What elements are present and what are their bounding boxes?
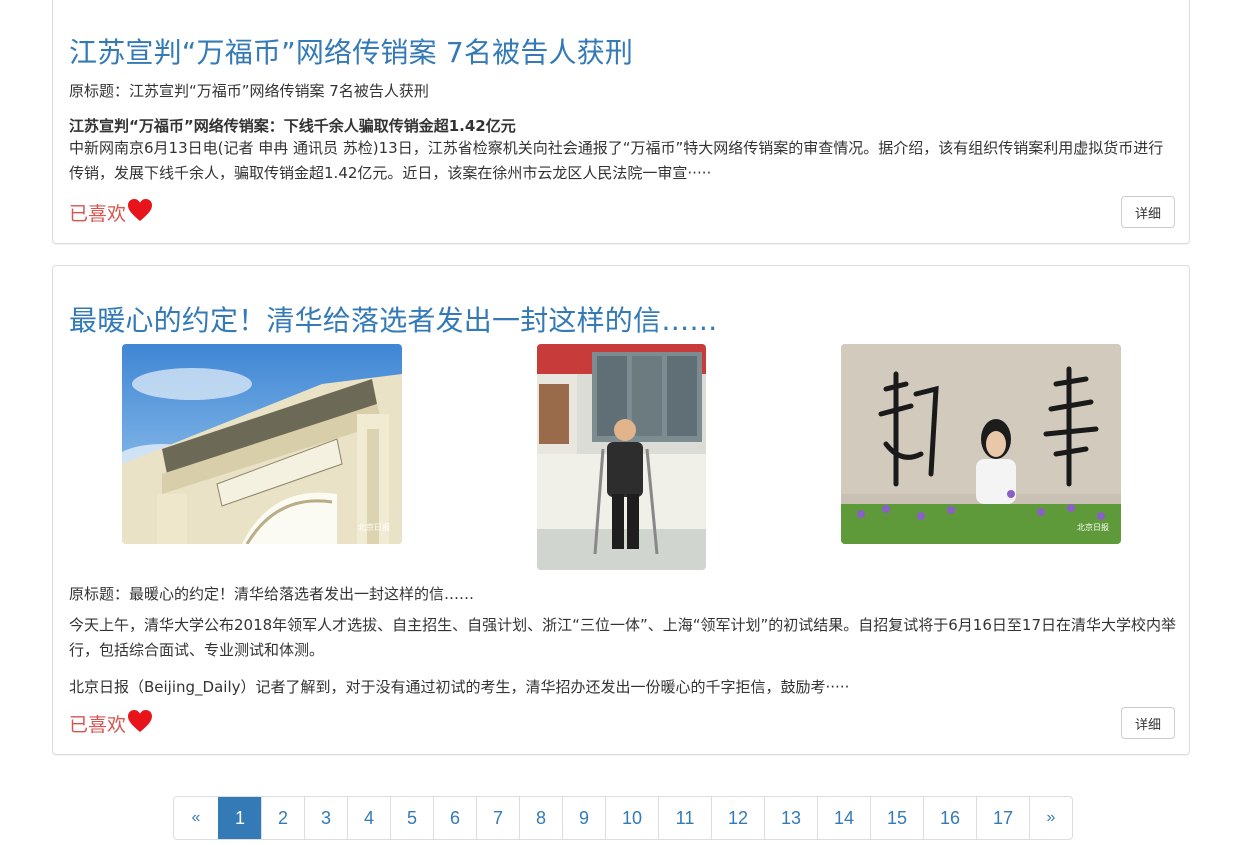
- page-link[interactable]: 13: [764, 797, 817, 839]
- prev-page-button[interactable]: «: [174, 797, 218, 839]
- article-paragraph: 北京日报（Beijing_Daily）记者了解到，对于没有通过初试的考生，清华招…: [69, 678, 850, 696]
- original-title: 原标题：江苏宣判“万福币”网络传销案 7名被告人获刑: [69, 82, 429, 100]
- article-summary: 中新网南京6月13日电(记者 申冉 通讯员 苏检)13日，江苏省检察机关向社会通…: [69, 139, 1164, 182]
- liked-indicator[interactable]: 已喜欢: [69, 709, 153, 737]
- detail-button[interactable]: 详细: [1121, 196, 1175, 228]
- heart-icon: [128, 709, 153, 732]
- page-link[interactable]: 11: [658, 797, 711, 839]
- student-with-calligraphy-wall-photo: 北京日报: [841, 344, 1121, 544]
- heart-icon: [128, 198, 153, 221]
- page-link[interactable]: 12: [711, 797, 764, 839]
- photo-watermark: 北京日报: [358, 522, 390, 532]
- page-link[interactable]: 6: [433, 797, 476, 839]
- next-page-button[interactable]: »: [1029, 797, 1072, 839]
- page-link[interactable]: 10: [605, 797, 658, 839]
- page-link[interactable]: 5: [390, 797, 433, 839]
- photo-watermark: 北京日报: [1077, 522, 1109, 532]
- tsinghua-gate-photo: 北京日报: [122, 344, 402, 544]
- article-title[interactable]: 江苏宣判“万福币”网络传销案 7名被告人获刑: [69, 31, 633, 71]
- page-link[interactable]: 9: [562, 797, 605, 839]
- page-link[interactable]: 1: [218, 797, 261, 839]
- article-subheading: 江苏宣判“万福币”网络传销案：下线千余人骗取传销金超1.42亿元: [69, 117, 516, 135]
- page-link[interactable]: 4: [347, 797, 390, 839]
- original-title: 原标题：最暖心的约定！清华给落选者发出一封这样的信……: [69, 585, 475, 603]
- liked-label: 已喜欢: [69, 203, 127, 225]
- article-card: 最暖心的约定！清华给落选者发出一封这样的信…… 北京日报 北京日报 原标题：最暖…: [52, 265, 1190, 755]
- pagination: « 1 2 3 4 5 6 7 8 9 10 11 12 13 14 15 16…: [173, 796, 1073, 840]
- detail-button[interactable]: 详细: [1121, 707, 1175, 739]
- article-card: 江苏宣判“万福币”网络传销案 7名被告人获刑 原标题：江苏宣判“万福币”网络传销…: [52, 0, 1190, 244]
- page-link[interactable]: 16: [923, 797, 976, 839]
- page-link[interactable]: 14: [817, 797, 870, 839]
- article-paragraph: 今天上午，清华大学公布2018年领军人才选拔、自主招生、自强计划、浙江“三位一体…: [69, 616, 1176, 659]
- student-on-crutches-photo: [537, 344, 706, 570]
- liked-label: 已喜欢: [69, 714, 127, 736]
- page-link[interactable]: 15: [870, 797, 923, 839]
- page-link[interactable]: 3: [304, 797, 347, 839]
- article-title[interactable]: 最暖心的约定！清华给落选者发出一封这样的信……: [69, 299, 718, 339]
- page-link[interactable]: 7: [476, 797, 519, 839]
- page-link[interactable]: 8: [519, 797, 562, 839]
- liked-indicator[interactable]: 已喜欢: [69, 198, 153, 226]
- page-link[interactable]: 2: [261, 797, 304, 839]
- page-link[interactable]: 17: [976, 797, 1029, 839]
